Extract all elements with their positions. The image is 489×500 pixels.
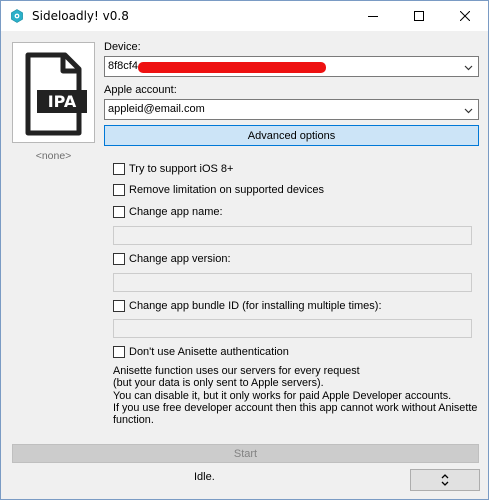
option-remove-limitation[interactable]: Remove limitation on supported devices xyxy=(113,184,324,196)
device-value: 8f8cf4 xyxy=(108,60,138,72)
info-line: You can disable it, but it only works fo… xyxy=(113,389,452,402)
window-title: Sideloadly! v0.8 xyxy=(32,9,129,23)
status-text: Idle. xyxy=(194,471,215,483)
advanced-options-button[interactable]: Advanced options xyxy=(104,125,479,146)
change-version-checkbox[interactable] xyxy=(113,253,125,265)
bundle-id-input[interactable] xyxy=(113,319,472,338)
change-bundle-checkbox[interactable] xyxy=(113,300,125,312)
apple-account-value: appleid@email.com xyxy=(108,103,205,115)
apple-account-label: Apple account: xyxy=(104,84,177,96)
apple-account-select[interactable]: appleid@email.com xyxy=(104,99,479,120)
change-name-label: Change app name: xyxy=(129,206,223,218)
ios8-label: Try to support iOS 8+ xyxy=(129,163,234,175)
ipa-badge-text: IPA xyxy=(47,92,77,111)
option-change-bundle[interactable]: Change app bundle ID (for installing mul… xyxy=(113,300,382,312)
info-line: (but your data is only sent to Apple ser… xyxy=(113,377,324,390)
ios8-checkbox[interactable] xyxy=(113,163,125,175)
option-ios8[interactable]: Try to support iOS 8+ xyxy=(113,163,233,175)
info-line: If you use free developer account then t… xyxy=(113,401,478,414)
app-version-input[interactable] xyxy=(113,273,472,292)
expand-log-button[interactable] xyxy=(410,469,480,491)
change-version-label: Change app version: xyxy=(129,253,231,265)
anisette-info-text: Anisette function uses our servers for e… xyxy=(113,365,483,426)
no-anisette-label: Don't use Anisette authentication xyxy=(129,346,289,358)
option-change-version[interactable]: Change app version: xyxy=(113,253,231,265)
ipa-file-selector[interactable]: IPA xyxy=(12,42,95,143)
sideloadly-window: Sideloadly! v0.8 IPA <none> Device: 8f8c… xyxy=(0,0,489,500)
change-bundle-label: Change app bundle ID (for installing mul… xyxy=(129,300,382,312)
remove-limitation-label: Remove limitation on supported devices xyxy=(129,184,325,196)
info-line: Anisette function uses our servers for e… xyxy=(113,365,360,377)
device-label: Device: xyxy=(104,41,141,53)
maximize-icon xyxy=(414,11,424,21)
maximize-button[interactable] xyxy=(396,1,442,31)
expand-collapse-icon xyxy=(441,474,449,486)
app-name-input[interactable] xyxy=(113,226,472,245)
no-anisette-checkbox[interactable] xyxy=(113,346,125,358)
remove-limitation-checkbox[interactable] xyxy=(113,184,125,196)
device-select[interactable]: 8f8cf4 xyxy=(104,56,479,77)
minimize-icon xyxy=(368,16,378,17)
option-no-anisette[interactable]: Don't use Anisette authentication xyxy=(113,346,289,358)
title-bar[interactable]: Sideloadly! v0.8 xyxy=(1,1,488,31)
start-button[interactable]: Start xyxy=(12,444,479,463)
close-button[interactable] xyxy=(442,1,488,31)
app-logo-icon xyxy=(11,9,23,23)
change-name-checkbox[interactable] xyxy=(113,206,125,218)
selected-file-name: <none> xyxy=(35,150,72,162)
option-change-name[interactable]: Change app name: xyxy=(113,206,223,218)
close-icon xyxy=(460,11,470,21)
chevron-down-icon xyxy=(464,65,473,71)
info-line: function. xyxy=(113,414,154,427)
chevron-down-icon xyxy=(464,108,473,114)
minimize-button[interactable] xyxy=(350,1,396,31)
redaction-mark xyxy=(138,62,326,73)
